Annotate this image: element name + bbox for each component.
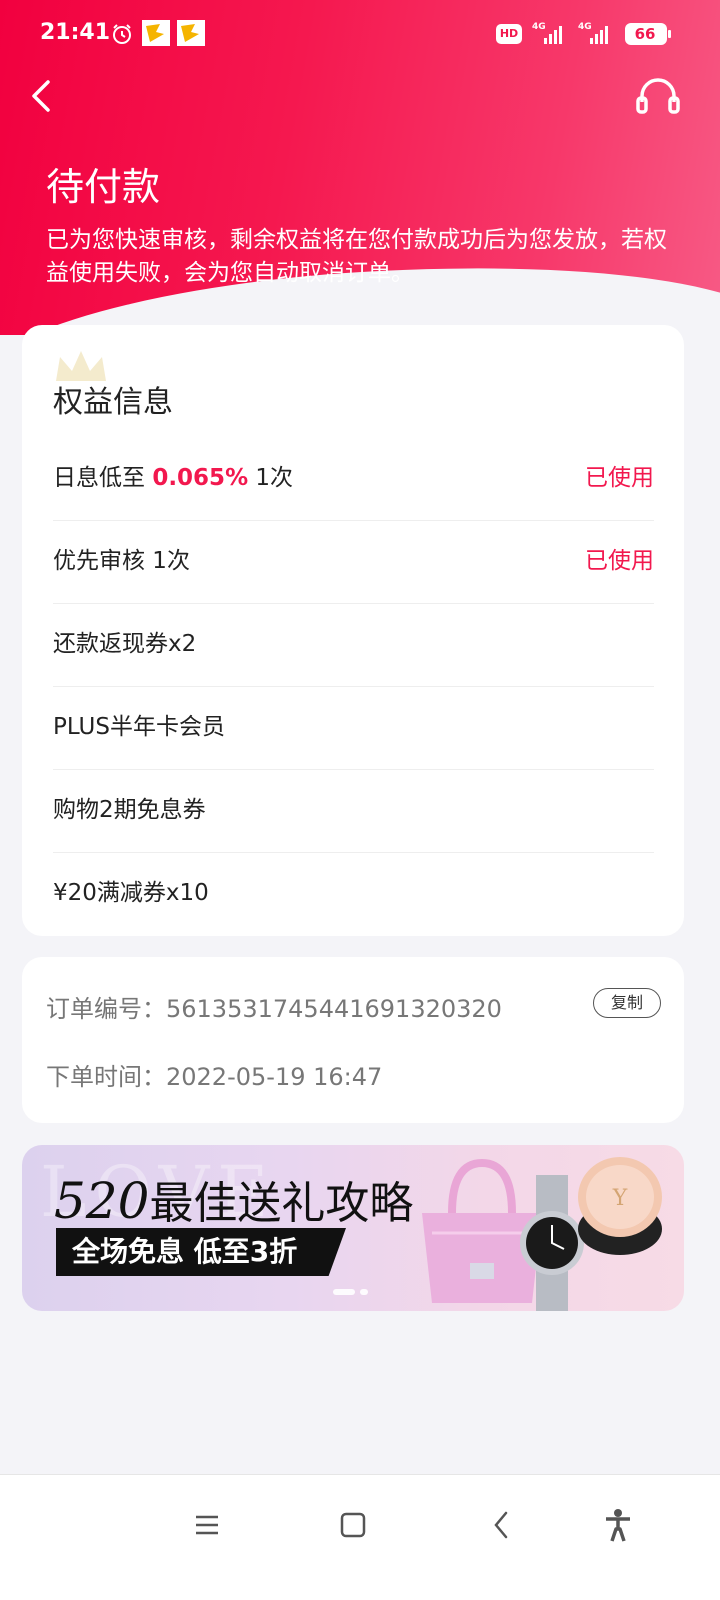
benefit-label: 购物2期免息券 (53, 797, 206, 823)
svg-text:4G: 4G (532, 22, 546, 32)
alarm-icon (113, 24, 131, 44)
cushion-compact-image: Y (578, 1157, 662, 1255)
benefit-label: 还款返现券x2 (53, 631, 197, 657)
pagination-dot-active (333, 1289, 355, 1295)
copy-button[interactable]: 复制 (593, 988, 661, 1018)
order-time-label: 下单时间： (46, 1063, 166, 1091)
svg-text:Y: Y (612, 1186, 628, 1211)
benefit-label: 日息低至 0.065% 1次 (53, 465, 294, 491)
benefits-title: 权益信息 (53, 385, 173, 420)
app-notification-icon (177, 20, 205, 46)
order-time: 下单时间：2022-05-19 16:47 (46, 1057, 382, 1092)
home-icon[interactable] (333, 1505, 373, 1545)
svg-text:4G: 4G (578, 22, 592, 32)
banner-pagination (333, 1280, 373, 1295)
benefit-status: 已使用 (585, 548, 654, 574)
page-title: 待付款 (46, 165, 161, 209)
benefit-row: PLUS半年卡会员 (53, 686, 654, 769)
promo-banner[interactable]: LOVE 520最佳送礼攻略 全场免息 低至3折 Y (22, 1145, 684, 1311)
order-number-label: 订单编号： (46, 995, 166, 1023)
accessibility-icon[interactable] (598, 1505, 638, 1545)
pagination-dot (360, 1289, 368, 1295)
benefit-row: 还款返现券x2 (53, 603, 654, 686)
benefit-label: ¥20满减券x10 (53, 880, 209, 906)
benefit-row: 优先审核 1次 已使用 (53, 520, 654, 603)
customer-service-icon[interactable] (634, 74, 682, 118)
page-description: 已为您快速审核，剩余权益将在您付款成功后为您发放，若权益使用失败，会为您自动取消… (46, 227, 667, 286)
app-notification-icon (142, 20, 170, 46)
back-icon[interactable] (26, 74, 60, 118)
hd-badge: HD (496, 24, 522, 44)
signal-icon: 4G (532, 22, 562, 44)
nav-back-icon[interactable] (482, 1505, 522, 1545)
order-number-value: 5613531745441691320320 (166, 995, 502, 1023)
system-nav-bar (0, 1474, 720, 1600)
order-time-value: 2022-05-19 16:47 (166, 1063, 383, 1091)
menu-icon[interactable] (187, 1505, 227, 1545)
status-time: 21:41 (40, 20, 111, 45)
benefit-label: PLUS半年卡会员 (53, 714, 225, 740)
status-bar: 21:41 HD 4G 4G 66 (0, 0, 720, 70)
banner-subtitle: 全场免息 低至3折 (56, 1228, 346, 1276)
benefits-card: 权益信息 日息低至 0.065% 1次 已使用 优先审核 1次 已使用 还款返现… (22, 325, 684, 936)
benefit-row: ¥20满减券x10 (53, 852, 654, 935)
order-info-card: 订单编号：5613531745441691320320 复制 下单时间：2022… (22, 957, 684, 1123)
benefit-row: 日息低至 0.065% 1次 已使用 (53, 437, 654, 520)
benefit-label: 优先审核 1次 (53, 548, 190, 574)
benefit-row: 购物2期免息券 (53, 769, 654, 852)
banner-title: 520最佳送礼攻略 (54, 1172, 414, 1230)
order-number: 订单编号：5613531745441691320320 (46, 989, 502, 1024)
signal-icon: 4G (578, 22, 608, 44)
benefit-status: 已使用 (585, 465, 654, 491)
battery-level: 66 (634, 25, 656, 43)
